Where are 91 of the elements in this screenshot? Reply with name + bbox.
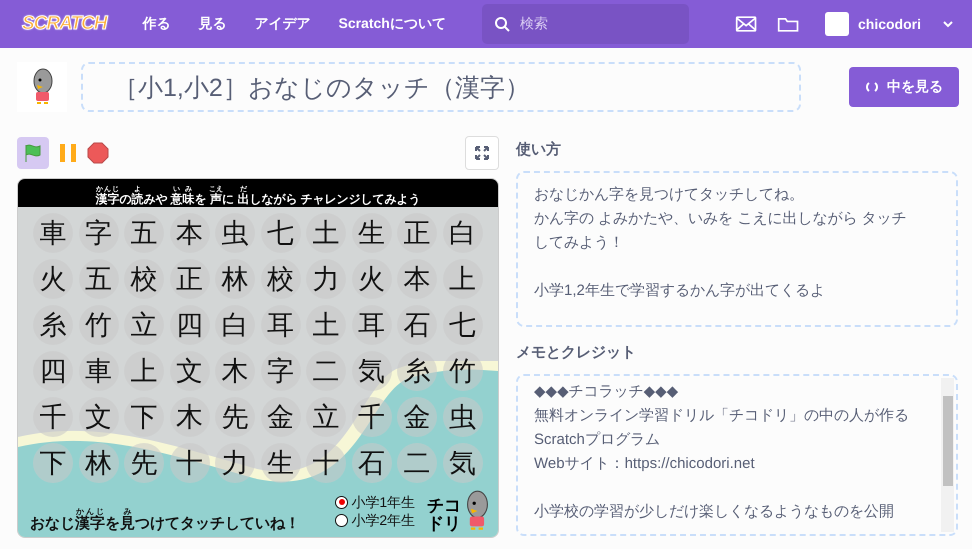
- caret-icon[interactable]: [942, 20, 954, 28]
- kanji-tile[interactable]: 生: [260, 443, 300, 483]
- kanji-tile[interactable]: 千: [352, 397, 392, 437]
- kanji-tile[interactable]: 下: [124, 397, 164, 437]
- kanji-tile[interactable]: 車: [33, 213, 73, 253]
- kanji-tile[interactable]: 金: [397, 397, 437, 437]
- kanji-tile[interactable]: 糸: [33, 305, 73, 345]
- kanji-tile[interactable]: 石: [397, 305, 437, 345]
- nav-link[interactable]: 作る: [128, 15, 184, 33]
- kanji-tile[interactable]: 土: [306, 213, 346, 253]
- kanji-tile[interactable]: 四: [33, 351, 73, 391]
- kanji-tile[interactable]: 校: [260, 259, 300, 299]
- kanji-tile[interactable]: 竹: [78, 305, 118, 345]
- kanji-tile[interactable]: 力: [306, 259, 346, 299]
- kanji-tile[interactable]: 竹: [442, 351, 482, 391]
- kanji-tile[interactable]: 校: [124, 259, 164, 299]
- kanji-tile[interactable]: 字: [260, 351, 300, 391]
- kanji-tile[interactable]: 虫: [215, 213, 255, 253]
- instructions-text: おなじかん字を見つけてタッチしてね。: [534, 185, 805, 205]
- expand-icon: [475, 146, 489, 160]
- kanji-tile[interactable]: 下: [33, 443, 73, 483]
- notes-text: ◆◆◆チコラッチ◆◆◆: [534, 382, 680, 402]
- kanji-tile[interactable]: 火: [352, 259, 392, 299]
- kanji-tile[interactable]: 上: [124, 351, 164, 391]
- instructions-heading: 使い方: [516, 140, 562, 159]
- kanji-tile[interactable]: 糸: [397, 351, 437, 391]
- nav-link[interactable]: アイデア: [240, 15, 324, 33]
- notes-text: 小学校の学習が少しだけ楽しくなるようなものを公開: [534, 502, 895, 522]
- instructions-text: かん字の よみかたや、いみを こえに出しながら タッチしてみよう！: [534, 209, 908, 253]
- search-icon: [494, 16, 510, 32]
- kanji-tile[interactable]: 白: [442, 213, 482, 253]
- kanji-tile[interactable]: 耳: [260, 305, 300, 345]
- notes-text: 無料オンライン学習ドリル「チコドリ」の中の人が作るScratchプログラム: [534, 406, 910, 450]
- kanji-tile[interactable]: 立: [124, 305, 164, 345]
- kanji-tile[interactable]: 石: [352, 443, 392, 483]
- kanji-tile[interactable]: 気: [442, 443, 482, 483]
- kanji-tile[interactable]: 立: [306, 397, 346, 437]
- kanji-tile[interactable]: 金: [260, 397, 300, 437]
- kanji-tile[interactable]: 林: [215, 259, 255, 299]
- kanji-tile[interactable]: 七: [442, 305, 482, 345]
- nav-link[interactable]: Scratchについて: [324, 15, 460, 33]
- kanji-tile[interactable]: 気: [352, 351, 392, 391]
- kanji-tile[interactable]: 土: [306, 305, 346, 345]
- run-flag-button[interactable]: [17, 137, 49, 169]
- kanji-tile[interactable]: 文: [170, 351, 210, 391]
- kanji-tile[interactable]: 五: [124, 213, 164, 253]
- kanji-tile[interactable]: 上: [442, 259, 482, 299]
- kanji-tile[interactable]: 力: [215, 443, 255, 483]
- footer-instruction: おなじ漢字 かんじ を見 み つけてタッチしていね！: [30, 507, 300, 533]
- notes-text: Webサイト：https://chicodori.net: [534, 454, 756, 474]
- instructions-text: 小学1,2年生で学習するかん字が出てくるよ: [534, 281, 826, 301]
- kanji-tile[interactable]: 七: [260, 213, 300, 253]
- fullscreen-button[interactable]: [465, 136, 499, 170]
- flag-icon: [23, 143, 43, 163]
- kanji-tile[interactable]: 本: [397, 259, 437, 299]
- username[interactable]: chicodori: [858, 16, 921, 32]
- game-stage[interactable]: [17, 178, 499, 538]
- notes-heading: メモとクレジット: [516, 343, 637, 362]
- chicodori-logo: チコ ドリ: [427, 497, 462, 533]
- kanji-tile[interactable]: 先: [215, 397, 255, 437]
- see-inside-button[interactable]: 中を見る: [849, 67, 959, 107]
- kanji-tile[interactable]: 正: [170, 259, 210, 299]
- kanji-tile[interactable]: 二: [397, 443, 437, 483]
- kanji-tile[interactable]: 二: [306, 351, 346, 391]
- kanji-tile[interactable]: 十: [170, 443, 210, 483]
- kanji-tile[interactable]: 虫: [442, 397, 482, 437]
- grade-label[interactable]: 小学2年生: [351, 511, 416, 529]
- kanji-tile[interactable]: 字: [78, 213, 118, 253]
- kanji-tile[interactable]: 文: [78, 397, 118, 437]
- kanji-tile[interactable]: 四: [170, 305, 210, 345]
- kanji-tile[interactable]: 耳: [352, 305, 392, 345]
- nav-link[interactable]: 見る: [184, 15, 240, 33]
- search-field[interactable]: 検索: [482, 4, 689, 44]
- kanji-tile[interactable]: 林: [78, 443, 118, 483]
- kanji-tile[interactable]: 木: [215, 351, 255, 391]
- grade-label[interactable]: 小学1年生: [351, 493, 416, 511]
- kanji-tile[interactable]: 車: [78, 351, 118, 391]
- kanji-tile[interactable]: 本: [170, 213, 210, 253]
- kanji-tile[interactable]: 先: [124, 443, 164, 483]
- kanji-tile[interactable]: 五: [78, 259, 118, 299]
- stop-icon[interactable]: [87, 142, 109, 164]
- kanji-tile[interactable]: 十: [306, 443, 346, 483]
- project-title-field[interactable]: ［小1,小2］おなじのタッチ（漢字）: [81, 62, 801, 112]
- kanji-tile[interactable]: 生: [352, 213, 392, 253]
- kanji-tile[interactable]: 千: [33, 397, 73, 437]
- user-avatar[interactable]: [824, 12, 849, 36]
- kanji-tile[interactable]: 木: [170, 397, 210, 437]
- kanji-tile[interactable]: 正: [397, 213, 437, 253]
- kanji-tile[interactable]: 火: [33, 259, 73, 299]
- scrollbar[interactable]: [941, 378, 954, 532]
- kanji-tile[interactable]: 白: [215, 305, 255, 345]
